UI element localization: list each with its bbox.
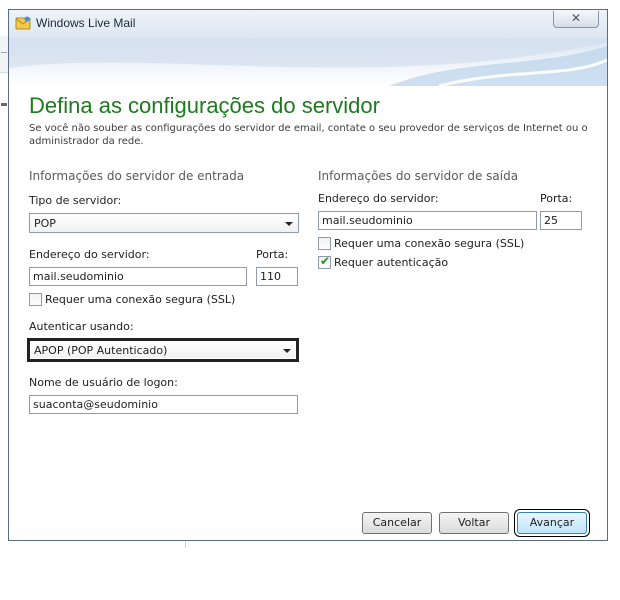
header-banner [9,38,607,86]
back-button[interactable]: Voltar [439,512,509,534]
incoming-section-title: Informações do servidor de entrada [29,169,245,183]
banner-swoosh [9,38,607,86]
server-type-label: Tipo de servidor: [29,194,122,207]
auth-method-label: Autenticar usando: [29,320,134,333]
chevron-down-icon [283,349,291,353]
windows-live-mail-icon [15,16,31,30]
chevron-down-icon [285,222,293,226]
outgoing-ssl-label: Requer uma conexão segura (SSL) [334,237,525,250]
incoming-ssl-checkbox[interactable] [29,293,42,306]
instructions-text: Se você não souber as configurações do s… [29,123,588,147]
close-button[interactable]: ✕ [553,11,599,28]
logon-name-input[interactable]: suaconta@seudominio [29,395,298,414]
incoming-ssl-label: Requer uma conexão segura (SSL) [45,293,236,306]
window-title: Windows Live Mail [36,16,136,30]
page-title: Defina as configurações do servidor [29,93,380,118]
incoming-ssl-checkbox-row[interactable]: Requer uma conexão segura (SSL) [29,293,269,307]
outgoing-server-address-input[interactable]: mail.seudominio [318,211,537,230]
logon-name-label: Nome de usuário de logon: [29,376,178,389]
requires-auth-checkbox-row[interactable]: ✔ Requer autenticação [318,254,518,270]
incoming-server-address-input[interactable]: mail.seudominio [29,267,247,286]
requires-auth-label: Requer autenticação [334,256,449,269]
outgoing-ssl-checkbox[interactable] [318,237,331,250]
next-button[interactable]: Avançar [514,509,590,537]
outgoing-section-title: Informações do servidor de saída [318,169,519,183]
auth-method-select[interactable]: APOP (POP Autenticado) [29,340,297,360]
incoming-server-address-label: Endereço do servidor: [29,248,150,261]
checkmark-icon: ✔ [320,254,331,268]
outgoing-port-input[interactable]: 25 [540,211,582,230]
incoming-port-input[interactable]: 110 [256,267,298,286]
close-icon: ✕ [570,11,582,25]
background-divider [1,52,7,53]
title-bar[interactable]: Windows Live Mail ✕ [9,10,607,38]
server-type-select[interactable]: POP [29,213,299,233]
outgoing-server-address-label: Endereço do servidor: [318,192,439,205]
cancel-button[interactable]: Cancelar [362,512,432,534]
incoming-port-label: Porta: [256,248,289,261]
auth-method-value: APOP (POP Autenticado) [34,344,168,357]
requires-auth-checkbox[interactable]: ✔ [318,254,331,269]
account-setup-dialog: Windows Live Mail ✕ Defina as configuraç… [8,9,608,541]
server-type-value: POP [34,217,56,230]
background-mark [1,103,7,106]
outgoing-ssl-checkbox-row[interactable]: Requer uma conexão segura (SSL) [318,237,558,251]
outgoing-port-label: Porta: [540,192,573,205]
